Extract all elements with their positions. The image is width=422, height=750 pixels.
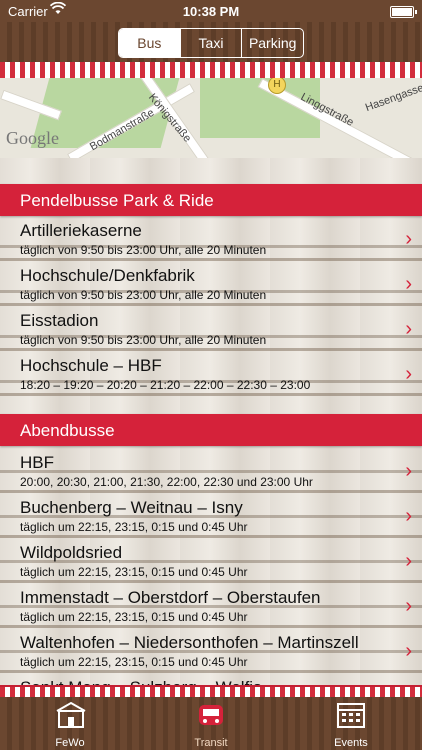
list-item[interactable]: Eisstadion täglich von 9:50 bis 23:00 Uh… [0,306,422,351]
route-title: HBF [20,453,54,472]
route-title: Artilleriekaserne [20,221,142,240]
tab-label: FeWo [55,737,85,749]
chevron-right-icon: › [405,363,412,385]
header: Bus Taxi Parking [0,22,422,66]
list-item[interactable]: HBF 20:00, 20:30, 21:00, 21:30, 22:00, 2… [0,448,422,493]
tab-label: Transit [194,737,228,749]
chevron-right-icon: › [405,505,412,527]
section-header: Abendbusse [0,414,422,446]
chevron-right-icon: › [405,595,412,617]
bus-icon [196,701,226,729]
route-schedule: täglich von 9:50 bis 23:00 Uhr, alle 20 … [20,243,267,257]
route-schedule: täglich um 22:15, 23:15, 0:15 und 0:45 U… [20,565,248,579]
route-title: Immenstadt – Oberstdorf – Oberstaufen [20,588,321,607]
route-title: Hochschule/Denkfabrik [20,266,195,285]
route-title: Hochschule – HBF [20,356,162,375]
chevron-right-icon: › [405,228,412,250]
route-schedule: 18:20 – 19:20 – 20:20 – 21:20 – 22:00 – … [20,378,311,392]
route-schedule: täglich von 9:50 bis 23:00 Uhr, alle 20 … [20,333,267,347]
battery-icon [390,6,417,18]
section-title: Abendbusse [20,421,115,440]
chevron-right-icon: › [405,550,412,572]
street-label: Hasengasse [363,81,422,115]
route-title: Buchenberg – Weitnau – Isny [20,498,243,517]
status-time: 10:38 PM [182,4,240,19]
list-item[interactable]: Artilleriekaserne täglich von 9:50 bis 2… [0,216,422,261]
transit-list: Pendelbusse Park & Ride Artilleriekasern… [0,158,422,695]
google-logo: Google [6,128,59,148]
list-item[interactable]: Wildpoldsried täglich um 22:15, 23:15, 0… [0,538,422,583]
list-item[interactable]: Waltenhofen – Niedersonthofen – Martinsz… [0,628,422,673]
section-title: Pendelbusse Park & Ride [20,191,214,210]
map-view[interactable]: Bodmanstraße Königstraße Linggstraße Has… [0,78,422,158]
section-header: Pendelbusse Park & Ride [0,184,422,216]
tab-bar: FeWo Transit Events [0,697,422,750]
list-item[interactable]: Buchenberg – Weitnau – Isny täglich um 2… [0,493,422,538]
route-schedule: 20:00, 20:30, 21:00, 21:30, 22:00, 22:30… [20,475,313,489]
segment-parking[interactable]: Parking [241,29,303,57]
calendar-icon [336,701,366,729]
route-schedule: täglich um 22:15, 23:15, 0:15 und 0:45 U… [20,520,248,534]
route-schedule: täglich um 22:15, 23:15, 0:15 und 0:45 U… [20,610,248,624]
tab-transit[interactable]: Transit [171,701,251,749]
route-schedule: täglich von 9:50 bis 23:00 Uhr, alle 20 … [20,288,267,302]
list-item[interactable]: Hochschule/Denkfabrik täglich von 9:50 b… [0,261,422,306]
tab-label: Events [334,737,368,749]
chevron-right-icon: › [405,273,412,295]
row-divider [0,393,422,396]
status-bar: Carrier 10:38 PM [0,0,422,22]
chevron-right-icon: › [405,640,412,662]
tab-events[interactable]: Events [311,701,391,749]
list-item[interactable]: Hochschule – HBF 18:20 – 19:20 – 20:20 –… [0,351,422,396]
tab-fewo[interactable]: FeWo [30,701,110,749]
house-icon [55,701,86,729]
chevron-right-icon: › [405,318,412,340]
chevron-right-icon: › [405,460,412,482]
transport-mode-segmented-control: Bus Taxi Parking [118,28,304,58]
segment-taxi[interactable]: Taxi [179,29,242,57]
route-title: Waltenhofen – Niedersonthofen – Martinsz… [20,633,359,652]
route-title: Eisstadion [20,311,99,330]
segment-bus[interactable]: Bus [119,29,180,57]
route-title: Wildpoldsried [20,543,123,562]
route-schedule: täglich um 22:15, 23:15, 0:15 und 0:45 U… [20,655,248,669]
list-item[interactable]: Immenstadt – Oberstdorf – Oberstaufen tä… [0,583,422,628]
